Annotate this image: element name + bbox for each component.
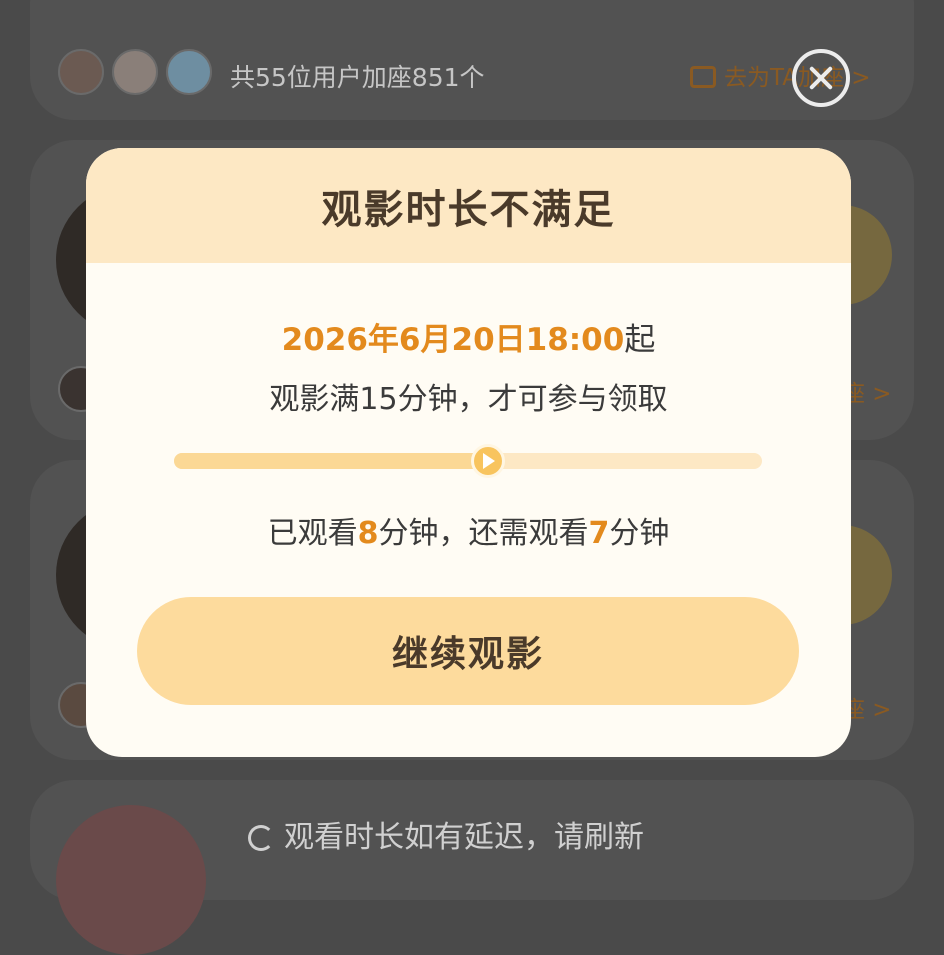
watch-progress-fill	[174, 453, 488, 469]
refresh-icon	[248, 825, 274, 851]
play-icon	[470, 444, 505, 478]
watch-progress-bar	[174, 444, 762, 478]
start-date: 2026年6月20日18:00	[281, 322, 625, 358]
watched-prefix: 已观看	[267, 516, 358, 551]
requirement-text: 观影满15分钟，才可参与领取	[269, 382, 668, 417]
close-icon[interactable]	[792, 49, 850, 107]
seat-summary-text: 共55位用户加座851个	[230, 63, 485, 92]
watch-time-modal: 观影时长不满足 2026年6月20日18:00起 观影满15分钟，才可参与领取 …	[86, 148, 851, 757]
remaining-unit: 分钟	[609, 516, 670, 551]
watch-status-line: 已观看8分钟，还需观看7分钟	[86, 508, 851, 552]
modal-title: 观影时长不满足	[321, 186, 616, 233]
watched-unit: 分钟，还需观看	[378, 516, 589, 551]
avatar	[58, 49, 104, 95]
avatar	[56, 805, 206, 955]
avatar	[166, 49, 212, 95]
watched-minutes: 8	[357, 516, 379, 551]
start-date-line: 2026年6月20日18:00起	[86, 314, 851, 359]
avatar	[112, 49, 158, 95]
refresh-hint[interactable]: 观看时长如有延迟，请刷新	[248, 812, 644, 856]
start-date-suffix: 起	[624, 322, 656, 358]
modal-header: 观影时长不满足	[86, 148, 851, 263]
remaining-minutes: 7	[588, 516, 610, 551]
continue-watching-button[interactable]: 继续观影	[137, 597, 799, 705]
seat-icon	[690, 66, 716, 88]
